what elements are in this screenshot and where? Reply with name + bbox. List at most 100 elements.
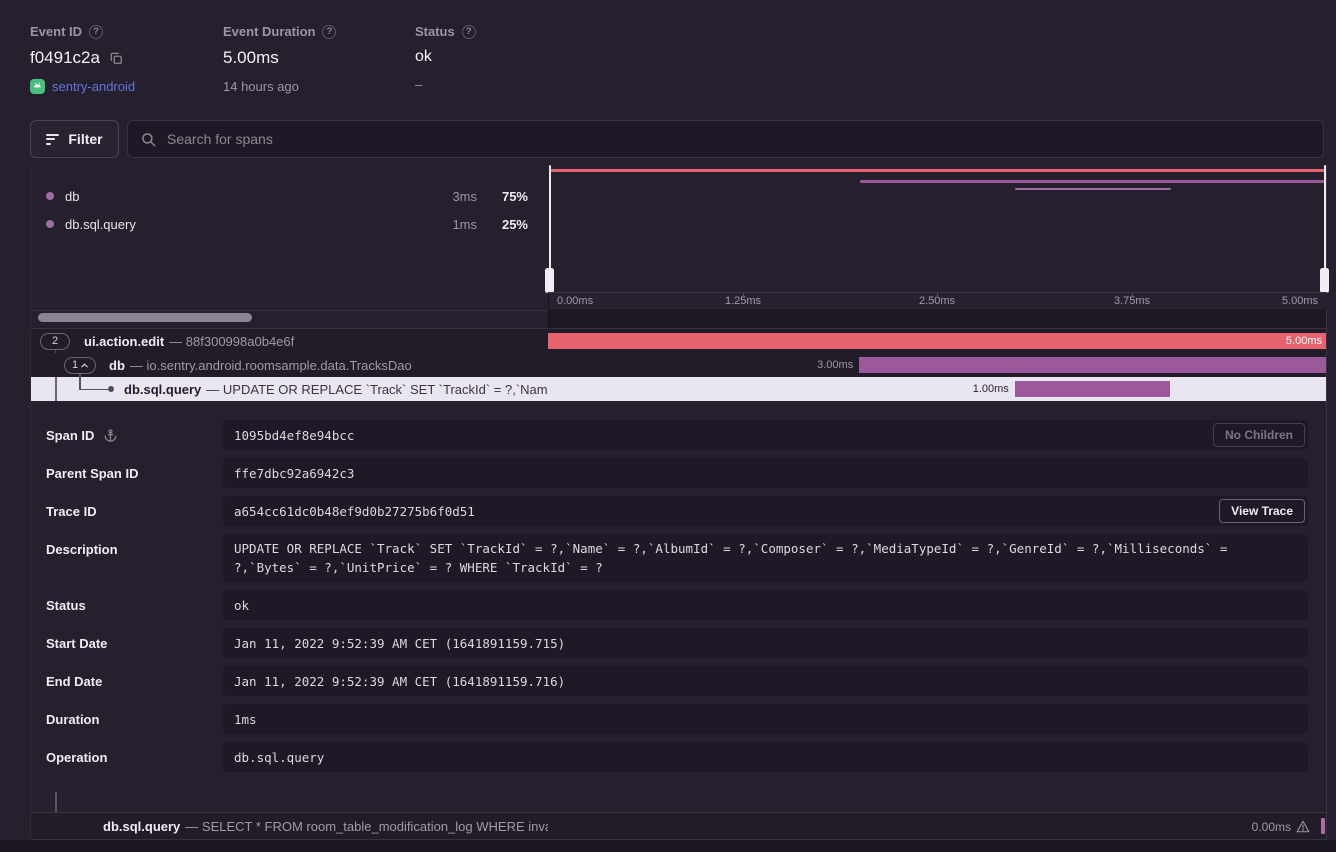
event-id-value: f0491c2a — [30, 48, 100, 68]
chevron-up-icon — [81, 363, 88, 368]
panel-right-border — [1326, 165, 1327, 839]
event-age: 14 hours ago — [223, 79, 299, 94]
collapse-toggle-badge[interactable]: 1 — [64, 357, 96, 374]
panel-left-border — [30, 165, 31, 839]
span-duration: 1.00ms — [973, 377, 1009, 401]
event-duration-column: Event Duration 5.00ms 14 hours ago — [223, 24, 336, 94]
detail-label: Trace ID — [46, 504, 97, 519]
start-date-value: Jan 11, 2022 9:52:39 AM CET (1641891159.… — [223, 628, 1308, 658]
project-link[interactable]: sentry-android — [52, 79, 135, 94]
minimap-window-right-edge — [1324, 165, 1326, 269]
search-icon — [141, 132, 156, 147]
minimap-right-handle[interactable] — [1320, 268, 1329, 293]
span-duration: 5.00ms — [1286, 335, 1322, 347]
span-bar — [1321, 818, 1325, 834]
minimap-left-handle[interactable] — [545, 268, 554, 293]
detail-label: Start Date — [46, 636, 107, 651]
span-row-ui-action-edit[interactable]: 2 ui.action.edit — 88f300998a0b4e6f 5.00… — [31, 329, 1326, 353]
axis-tick: 5.00ms — [1282, 295, 1318, 307]
status-column: Status ok – — [415, 24, 476, 92]
detail-label: Operation — [46, 750, 107, 765]
span-op: ui.action.edit — [84, 334, 164, 349]
detail-label: Status — [46, 598, 86, 613]
event-duration-value: 5.00ms — [223, 48, 279, 68]
span-search — [127, 120, 1324, 158]
divider — [30, 310, 548, 311]
span-duration: 0.00ms — [1252, 820, 1291, 834]
detail-label: Span ID — [46, 428, 94, 443]
help-icon[interactable] — [322, 25, 336, 39]
parent-span-id-value: ffe7dbc92a6942c3 — [223, 458, 1308, 488]
page-bottom-strip — [0, 840, 1336, 852]
warning-icon — [1296, 820, 1310, 833]
children-count-badge[interactable]: 2 — [40, 333, 70, 350]
time-axis: 0.00ms 1.25ms 2.50ms 3.75ms 5.00ms — [548, 292, 1327, 309]
minimap-window-left-edge — [549, 165, 551, 269]
event-duration-label: Event Duration — [223, 24, 315, 39]
span-color-dot — [46, 220, 54, 228]
span-bar — [859, 357, 1326, 373]
search-input[interactable] — [165, 130, 1310, 148]
tree-connector-dot — [108, 386, 114, 392]
trace-id-value: a654cc61dc0b48ef9d0b27275b6f0d51 View Tr… — [223, 496, 1308, 526]
minimap-span-db — [860, 180, 1326, 183]
view-trace-button[interactable]: View Trace — [1219, 499, 1305, 523]
tree-connector — [55, 377, 57, 401]
event-id-column: Event ID f0491c2a sentry-android — [30, 24, 135, 94]
filter-button-label: Filter — [68, 131, 102, 147]
legend-percent: 25% — [488, 217, 528, 232]
detail-label: End Date — [46, 674, 102, 689]
status-detail-value: ok — [223, 590, 1308, 620]
span-row-db[interactable]: 1 db — io.sentry.android.roomsample.data… — [31, 353, 1326, 377]
operation-value: db.sql.query — [223, 742, 1308, 772]
detail-label: Parent Span ID — [46, 466, 138, 481]
span-row-db-sql-query-select[interactable]: db.sql.query — SELECT * FROM room_table_… — [31, 812, 1326, 839]
duration-value: 1ms — [223, 704, 1308, 734]
span-bar — [1015, 381, 1171, 397]
axis-tick: 0.00ms — [557, 295, 593, 307]
span-bar: 5.00ms — [548, 333, 1326, 349]
detail-label: Duration — [46, 712, 99, 727]
status-sub: – — [415, 77, 422, 92]
status-value: ok — [415, 48, 432, 66]
legend-op: db.sql.query — [65, 217, 428, 232]
legend-percent: 75% — [488, 189, 528, 204]
legend-item-db-sql-query[interactable]: db.sql.query 1ms 25% — [30, 210, 548, 238]
description-value: UPDATE OR REPLACE `Track` SET `TrackId` … — [223, 534, 1308, 582]
span-desc: UPDATE OR REPLACE `Track` SET `TrackId` … — [223, 382, 548, 397]
span-duration: 3.00ms — [817, 353, 853, 377]
android-platform-icon — [30, 79, 45, 94]
span-op: db.sql.query — [124, 382, 201, 397]
span-desc: 88f300998a0b4e6f — [186, 334, 294, 349]
span-detail-page: Event ID f0491c2a sentry-android — [0, 0, 1336, 852]
detail-label: Description — [46, 542, 118, 557]
help-icon[interactable] — [462, 25, 476, 39]
span-op: db — [109, 358, 125, 373]
tree-connector — [79, 374, 81, 389]
span-row-db-sql-query-selected[interactable]: db.sql.query — UPDATE OR REPLACE `Track`… — [31, 377, 1326, 401]
horizontal-scrollbar[interactable] — [38, 313, 252, 322]
span-id-value: 1095bd4ef8e94bcc No Children — [223, 420, 1308, 450]
minimap-chart[interactable] — [549, 165, 1326, 292]
status-label: Status — [415, 24, 455, 39]
span-op: db.sql.query — [103, 819, 180, 834]
anchor-icon[interactable] — [103, 428, 118, 443]
tree-connector — [79, 389, 108, 391]
span-desc: SELECT * FROM room_table_modification_lo… — [202, 819, 548, 834]
span-color-dot — [46, 192, 54, 200]
filter-icon — [46, 131, 59, 147]
event-id-label: Event ID — [30, 24, 82, 39]
legend-item-db[interactable]: db 3ms 75% — [30, 182, 548, 210]
no-children-button: No Children — [1213, 423, 1305, 447]
copy-icon[interactable] — [109, 51, 123, 65]
minimap-span-db-sql-query — [1015, 188, 1170, 190]
legend-op: db — [65, 189, 428, 204]
help-icon[interactable] — [89, 25, 103, 39]
legend-duration: 3ms — [439, 189, 477, 204]
end-date-value: Jan 11, 2022 9:52:39 AM CET (1641891159.… — [223, 666, 1308, 696]
span-desc: io.sentry.android.roomsample.data.Tracks… — [147, 358, 412, 373]
minimap-span-ui-action-edit — [549, 169, 1326, 172]
chart-gutter — [549, 309, 1326, 328]
filter-button[interactable]: Filter — [30, 120, 119, 158]
legend-duration: 1ms — [439, 217, 477, 232]
